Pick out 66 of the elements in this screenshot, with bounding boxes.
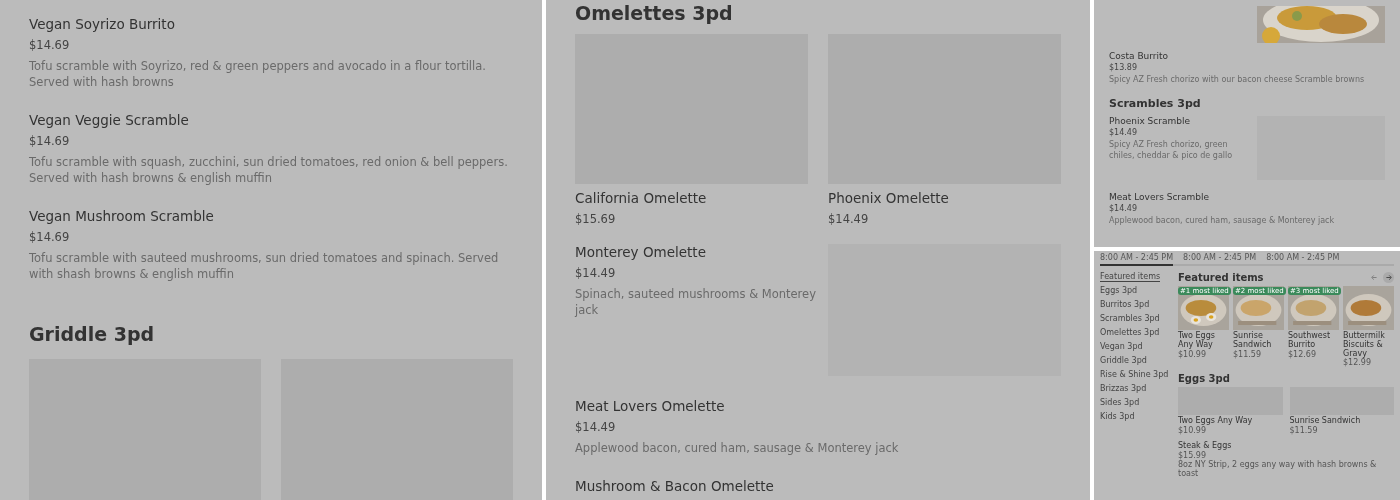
item-description: Spicy AZ Fresh chorizo with our bacon cheese Scramble browns: [1109, 74, 1366, 86]
item-name: Costa Burrito: [1109, 51, 1170, 61]
item-name: Mushroom & Bacon Omelette: [575, 478, 775, 495]
item-description: Applewood bacon, cured ham, sausage & Monterey jack: [1109, 215, 1336, 227]
arrow-left-icon: [1371, 274, 1378, 281]
item-price: $12.99: [1343, 358, 1372, 368]
item-name: Vegan Soyrizo Burrito: [29, 16, 176, 32]
category-link[interactable]: Featured items: [1100, 272, 1161, 282]
category-link[interactable]: Burritos 3pd: [1100, 300, 1150, 310]
category-link[interactable]: Omelettes 3pd: [1100, 328, 1160, 338]
item-price: $15.69: [575, 212, 617, 226]
item-price: $14.69: [29, 38, 71, 52]
item-description: Applewood bacon, cured ham, sausage & Monterey jack: [575, 440, 900, 457]
item-description: Spicy AZ Fresh chorizo, green chiles, cheddar & pico de gallo: [1109, 139, 1234, 162]
item-name: Meat Lovers Scramble: [1109, 192, 1211, 203]
category-link[interactable]: Sides 3pd: [1100, 398, 1140, 408]
arrow-right-icon: [1385, 274, 1392, 281]
item-price: $11.59: [1233, 349, 1262, 359]
item-description: Spinach, sauteed mushrooms & Monterey jack: [575, 286, 816, 319]
item-price: $14.49: [1109, 204, 1138, 214]
item-name: Two Eggs Any Way: [1178, 417, 1254, 427]
item-name: Sunrise Sandwich: [1289, 417, 1362, 426]
item-price: $14.69: [29, 134, 71, 149]
item-price: $11.59: [1289, 426, 1319, 436]
item-description: Tofu scramble with squash, zucchini, sun dried tomatoes, red onion & bell peppers. Served with hash browns & english muffin: [29, 154, 509, 187]
item-price: $10.99: [1178, 349, 1207, 359]
item-name: Buttermilk Biscuits & Gravy: [1343, 332, 1386, 359]
item-name: Steak & Eggs: [1178, 442, 1233, 451]
category-link[interactable]: Rise & Shine 3pd: [1100, 370, 1169, 380]
menu-tab[interactable]: 8:00 AM - 2:45 PM: [1183, 253, 1257, 266]
item-name: Monterey Omelette: [575, 244, 707, 260]
item-name: Two Eggs Any Way: [1178, 332, 1216, 350]
item-name: Southwest Burrito: [1288, 332, 1332, 350]
item-price: $10.99: [1178, 426, 1206, 436]
item-price: $15.99: [1178, 451, 1207, 460]
item-price: $14.49: [575, 420, 617, 434]
item-name: Vegan Veggie Scramble: [29, 112, 190, 129]
next-button[interactable]: [1383, 272, 1394, 283]
item-name: Phoenix Scramble: [1109, 116, 1191, 127]
section-heading: Griddle 3pd: [29, 322, 156, 345]
menu-tab[interactable]: 8:00 AM - 2:45 PM: [1266, 253, 1340, 266]
category-link[interactable]: Scrambles 3pd: [1100, 314, 1160, 324]
item-name: Phoenix Omelette: [828, 190, 950, 206]
item-name: Vegan Mushroom Scramble: [29, 208, 215, 225]
item-description: Tofu scramble with sauteed mushrooms, sun dried tomatoes and spinach. Served with shash browns & english muffin: [29, 250, 500, 283]
section-heading: Omelettes 3pd: [575, 2, 734, 24]
section-heading: Scrambles 3pd: [1109, 97, 1202, 111]
item-price: $14.49: [575, 266, 617, 280]
item-price: $13.89: [1109, 63, 1138, 72]
section-heading: Featured items: [1178, 272, 1264, 283]
item-price: $14.49: [1109, 128, 1138, 138]
item-description: Tofu scramble with Soyrizo, red & green peppers and avocado in a flour tortilla. Served with hash browns: [29, 58, 487, 91]
item-price: $12.69: [1288, 349, 1317, 359]
category-link[interactable]: Brizzas 3pd: [1100, 384, 1147, 394]
item-price: $14.49: [828, 212, 870, 226]
item-name: Meat Lovers Omelette: [575, 398, 726, 414]
category-link[interactable]: Griddle 3pd: [1100, 356, 1147, 366]
item-name: California Omelette: [575, 190, 708, 206]
category-link[interactable]: Kids 3pd: [1100, 412, 1135, 422]
item-description: 8oz NY Strip, 2 eggs any way with hash browns & toast: [1178, 460, 1378, 478]
category-link[interactable]: Eggs 3pd: [1100, 286, 1138, 296]
category-link[interactable]: Vegan 3pd: [1100, 342, 1143, 352]
item-name: Sunrise Sandwich: [1233, 332, 1273, 350]
menu-tab[interactable]: 8:00 AM - 2:45 PM: [1100, 253, 1174, 266]
section-heading: Eggs 3pd: [1178, 373, 1231, 385]
item-price: $14.69: [29, 230, 71, 245]
